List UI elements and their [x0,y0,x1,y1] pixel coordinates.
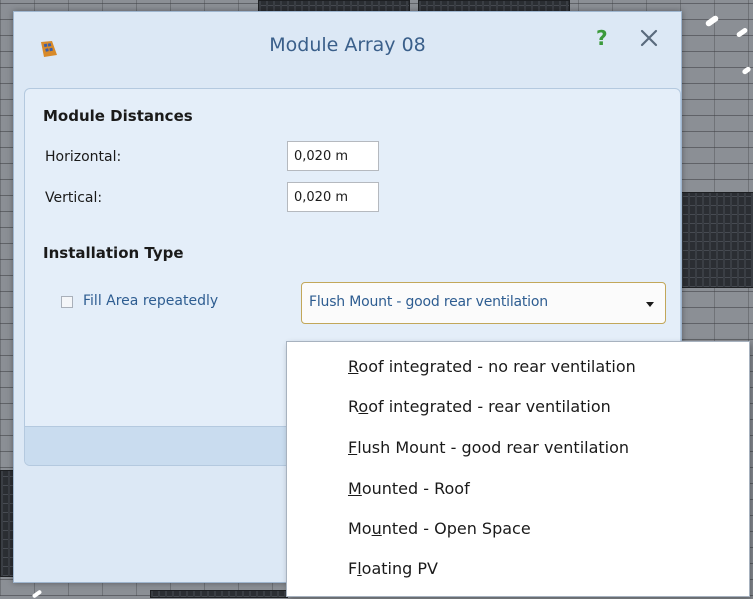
module-distances-heading: Module Distances [43,107,193,125]
horizontal-label: Horizontal: [45,149,122,165]
dropdown-option[interactable]: Flush Mount - good rear ventilation [348,431,629,465]
dropdown-option[interactable]: Roof integrated - no rear ventilation [348,350,636,384]
help-button[interactable]: ? [596,26,608,50]
roof-marker [741,65,752,76]
fill-area-checkbox[interactable] [61,296,73,308]
close-icon[interactable] [638,26,660,50]
dialog-title: Module Array 08 [269,34,426,56]
vertical-distance-input[interactable] [287,182,379,212]
solar-panel [680,192,753,288]
installation-type-select[interactable]: Flush Mount - good rear ventilation [301,282,666,324]
dropdown-option[interactable]: Mounted - Open Space [348,512,531,546]
installation-type-dropdown-list: Roof integrated - no rear ventilation Ro… [286,341,750,597]
fill-area-label: Fill Area repeatedly [83,293,219,309]
installation-type-selected: Flush Mount - good rear ventilation [309,294,548,310]
roof-marker [31,589,43,599]
dropdown-option[interactable]: Floating PV [348,552,438,586]
installation-type-heading: Installation Type [43,244,184,262]
roof-marker [735,27,749,38]
chevron-down-icon [646,302,654,307]
dropdown-option[interactable]: Roof integrated - rear ventilation [348,390,611,424]
roof-marker [704,14,720,28]
solar-panel [150,590,288,598]
vertical-label: Vertical: [45,190,103,206]
title-bar: Module Array 08 ? [14,12,681,82]
dropdown-option[interactable]: Mounted - Roof [348,472,470,506]
horizontal-distance-input[interactable] [287,141,379,171]
